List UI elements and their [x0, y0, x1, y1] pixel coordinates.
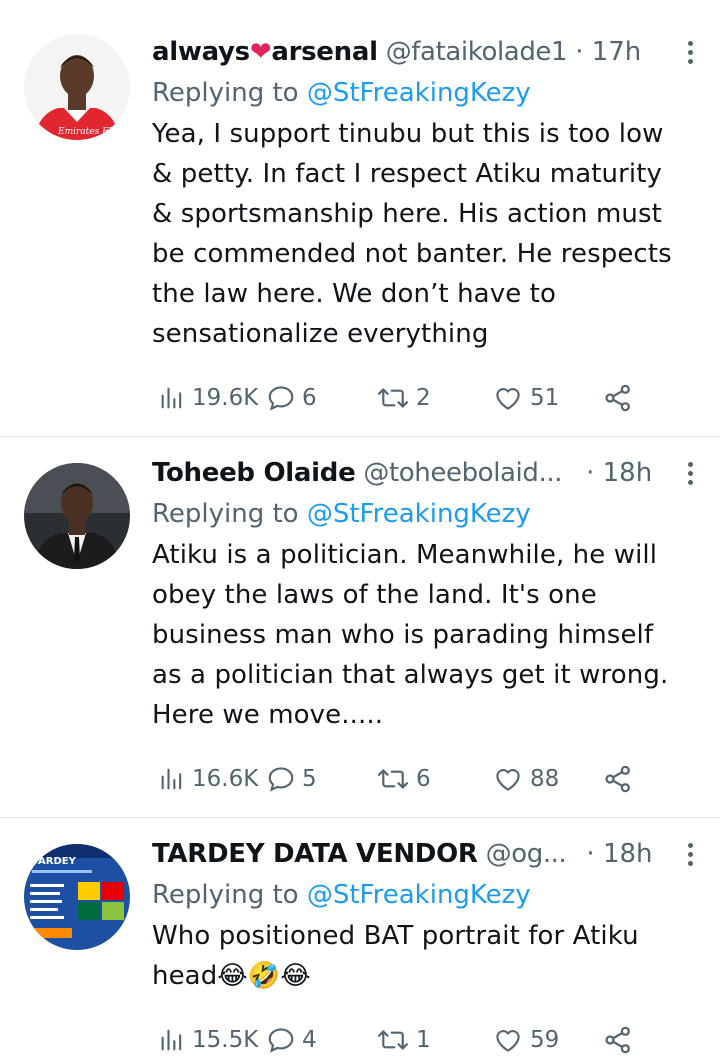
- replying-to: Replying to @StFreakingKezy: [152, 78, 531, 108]
- views-button[interactable]: 15.5K: [158, 1020, 258, 1060]
- retweet-count: 6: [416, 766, 431, 792]
- display-name[interactable]: Toheeb Olaide: [152, 458, 356, 488]
- reply-count: 6: [302, 385, 317, 411]
- mention-link[interactable]: @StFreakingKezy: [307, 78, 531, 108]
- views-count: 15.5K: [192, 1027, 259, 1053]
- like-icon: [496, 769, 520, 791]
- views-count: 19.6K: [192, 385, 259, 411]
- share-icon: [605, 384, 630, 412]
- user-handle[interactable]: @og...: [486, 839, 567, 869]
- more-options-icon[interactable]: [680, 836, 700, 872]
- share-icon: [605, 765, 630, 793]
- views-icon: [161, 387, 182, 409]
- retweet-icon: [377, 769, 409, 789]
- share-button[interactable]: [602, 759, 634, 799]
- like-icon: [496, 1030, 520, 1052]
- views-count: 16.6K: [192, 766, 259, 792]
- reply-button[interactable]: 5: [266, 759, 317, 799]
- tweet[interactable]: Emirates FLY BETTER always❤arsenal @fata…: [0, 0, 720, 437]
- timestamp[interactable]: · 18h: [586, 458, 652, 488]
- mention-link[interactable]: @StFreakingKezy: [307, 880, 531, 910]
- tweet-text: Who positioned BAT portrait for Atiku he…: [152, 921, 639, 991]
- reply-icon: [268, 1028, 294, 1053]
- tweet[interactable]: TARDEY TARDEY DATA VENDOR @og... · 18h R…: [0, 818, 720, 1064]
- retweet-icon: [377, 1030, 409, 1050]
- like-count: 51: [530, 385, 560, 411]
- like-count: 88: [530, 766, 560, 792]
- tweet[interactable]: Toheeb Olaide @toheebolaid... · 18h Repl…: [0, 437, 720, 818]
- tweet-text: Atiku is a politician. Meanwhile, he wil…: [152, 540, 669, 730]
- user-handle[interactable]: @toheebolaid...: [363, 458, 562, 488]
- tweet-header: Toheeb Olaide @toheebolaid... · 18h: [152, 453, 700, 493]
- reply-icon: [268, 386, 294, 411]
- replying-to: Replying to @StFreakingKezy: [152, 880, 531, 910]
- like-icon: [496, 388, 520, 410]
- views-button[interactable]: 19.6K: [158, 378, 258, 418]
- timestamp[interactable]: · 17h: [575, 37, 641, 67]
- share-button[interactable]: [602, 1020, 634, 1060]
- like-button[interactable]: 59: [492, 1020, 559, 1060]
- views-icon: [161, 768, 182, 790]
- tweet-actions: 19.6K 6 2 51: [152, 378, 720, 418]
- display-name[interactable]: TARDEY DATA VENDOR: [152, 839, 478, 869]
- svg-text:Emirates FLY BETTER: Emirates FLY BETTER: [57, 127, 130, 137]
- share-icon: [605, 1026, 630, 1054]
- tweet-header: always❤arsenal @fataikolade1 · 17h: [152, 32, 700, 72]
- retweet-count: 1: [416, 1027, 431, 1053]
- like-count: 59: [530, 1027, 560, 1053]
- reply-button[interactable]: 6: [266, 378, 317, 418]
- heart-emoji-icon: ❤: [249, 37, 272, 67]
- display-name[interactable]: always❤arsenal: [152, 37, 378, 67]
- mention-link[interactable]: @StFreakingKezy: [307, 499, 531, 529]
- retweet-icon: [377, 388, 409, 408]
- views-icon: [161, 1029, 182, 1051]
- retweet-button[interactable]: 6: [376, 759, 431, 799]
- avatar[interactable]: [24, 463, 130, 569]
- avatar[interactable]: TARDEY: [24, 844, 130, 950]
- more-options-icon[interactable]: [680, 455, 700, 491]
- views-button[interactable]: 16.6K: [158, 759, 258, 799]
- share-button[interactable]: [602, 378, 634, 418]
- more-options-icon[interactable]: [680, 34, 700, 70]
- tweet-actions: 15.5K 4 1 59: [152, 1020, 720, 1060]
- tweet-header: TARDEY DATA VENDOR @og... · 18h: [152, 834, 700, 874]
- timestamp[interactable]: · 18h: [586, 839, 652, 869]
- like-button[interactable]: 51: [492, 378, 559, 418]
- svg-text:TARDEY: TARDEY: [32, 856, 77, 867]
- retweet-button[interactable]: 1: [376, 1020, 431, 1060]
- retweet-count: 2: [416, 385, 431, 411]
- replying-to: Replying to @StFreakingKezy: [152, 499, 531, 529]
- reply-count: 4: [302, 1027, 317, 1053]
- tweet-actions: 16.6K 5 6 88: [152, 759, 720, 799]
- reply-count: 5: [302, 766, 317, 792]
- reply-icon: [268, 767, 294, 792]
- reply-button[interactable]: 4: [266, 1020, 317, 1060]
- retweet-button[interactable]: 2: [376, 378, 431, 418]
- avatar[interactable]: Emirates FLY BETTER: [24, 34, 130, 140]
- user-handle[interactable]: @fataikolade1: [386, 37, 568, 67]
- like-button[interactable]: 88: [492, 759, 559, 799]
- tweet-text: Yea, I support tinubu but this is too lo…: [152, 119, 672, 349]
